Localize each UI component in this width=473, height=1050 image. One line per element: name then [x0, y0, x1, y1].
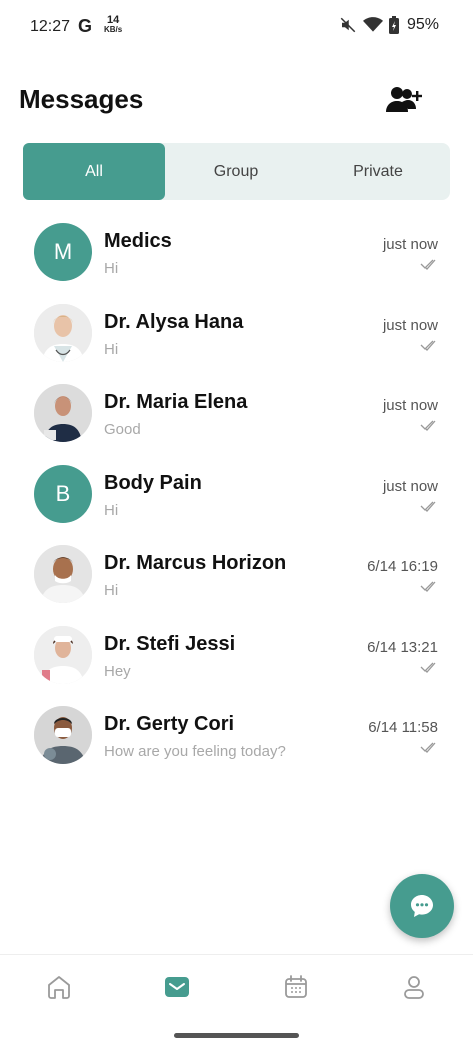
message-time: 6/14 16:19: [367, 558, 438, 575]
message-time: just now: [382, 477, 438, 495]
filter-tabs: All Group Private: [23, 143, 450, 200]
chat-bubble-icon: [411, 895, 433, 917]
message-preview: Good: [104, 421, 141, 438]
tab-all[interactable]: All: [23, 143, 165, 200]
double-check-icon: [420, 420, 436, 431]
avatar: [34, 625, 92, 684]
conversation-name: Dr. Marcus Horizon: [104, 552, 287, 574]
conversation-name: Dr. Maria Elena: [104, 391, 248, 413]
doctor-photo-icon: [34, 384, 92, 442]
network-speed-unit: KB/s: [104, 25, 123, 34]
message-preview: Hi: [104, 260, 119, 277]
conversation-list: M Medics Hi just now Dr. Alysa Hana Hi j…: [0, 220, 473, 784]
home-indicator[interactable]: [174, 1033, 299, 1038]
message-time: just now: [382, 316, 438, 334]
conversation-name: Dr. Stefi Jessi: [104, 632, 236, 655]
doctor-photo-icon: [34, 625, 92, 684]
double-check-icon: [420, 501, 436, 512]
double-check-icon: [420, 259, 436, 270]
new-chat-button[interactable]: [390, 874, 454, 938]
bottom-navigation: [0, 954, 473, 1018]
battery-icon: [388, 16, 399, 34]
conversation-row-maria-elena[interactable]: Dr. Maria Elena Good just now: [0, 381, 473, 462]
double-check-icon: [420, 340, 436, 351]
page-title: Messages: [19, 84, 144, 114]
double-check-icon: [420, 662, 436, 673]
message-time: just now: [382, 236, 438, 253]
double-check-icon: [420, 581, 436, 592]
profile-icon: [403, 975, 424, 999]
avatar: [34, 545, 92, 603]
conversation-row-stefi-jessi[interactable]: Dr. Stefi Jessi Hey 6/14 13:21: [0, 623, 473, 704]
tab-private[interactable]: Private: [307, 143, 449, 200]
nav-calendar[interactable]: [237, 955, 355, 1018]
person-add-icon: [386, 87, 422, 112]
nav-home[interactable]: [0, 955, 118, 1018]
battery-percent: 95%: [406, 16, 439, 33]
nav-profile[interactable]: [355, 955, 473, 1018]
message-preview: Hi: [104, 340, 119, 358]
message-time: 6/14 13:21: [367, 638, 438, 656]
conversation-name: Medics: [104, 230, 172, 252]
nav-messages[interactable]: [118, 955, 236, 1018]
avatar: [34, 384, 92, 442]
message-time: just now: [382, 397, 438, 414]
conversation-row-body-pain[interactable]: B Body Pain Hi just now: [0, 462, 473, 543]
home-icon: [48, 975, 71, 999]
google-icon: G: [78, 16, 93, 36]
doctor-photo-icon: [34, 303, 92, 362]
message-preview: How are you feeling today?: [104, 743, 286, 760]
status-bar: 12:27 G 14 KB/s 95%: [0, 0, 473, 56]
doctor-photo-icon: [34, 706, 92, 764]
message-preview: Hey: [104, 662, 131, 680]
mail-icon: [165, 976, 190, 997]
avatar: M: [34, 223, 92, 281]
wifi-icon: [362, 17, 383, 32]
avatar: [34, 706, 92, 764]
conversation-row-marcus-horizon[interactable]: Dr. Marcus Horizon Hi 6/14 16:19: [0, 542, 473, 623]
conversation-name: Body Pain: [104, 471, 202, 494]
conversation-row-medics[interactable]: M Medics Hi just now: [0, 220, 473, 301]
conversation-row-gerty-cori[interactable]: Dr. Gerty Cori How are you feeling today…: [0, 703, 473, 784]
conversation-row-alysa-hana[interactable]: Dr. Alysa Hana Hi just now: [0, 301, 473, 382]
message-time: 6/14 11:58: [368, 719, 438, 736]
tab-group[interactable]: Group: [165, 143, 307, 200]
status-time: 12:27: [30, 18, 71, 35]
network-speed: 14 KB/s: [104, 14, 123, 35]
network-speed-value: 14: [106, 14, 120, 26]
message-preview: Hi: [104, 501, 119, 519]
add-contact-button[interactable]: [384, 84, 424, 116]
doctor-photo-icon: [34, 545, 92, 603]
avatar: B: [34, 464, 92, 523]
status-icons: 95%: [339, 16, 439, 34]
conversation-name: Dr. Gerty Cori: [104, 713, 235, 735]
avatar: [34, 303, 92, 362]
conversation-name: Dr. Alysa Hana: [104, 310, 244, 333]
calendar-icon: [284, 974, 307, 998]
mute-icon: [340, 17, 356, 33]
double-check-icon: [420, 742, 436, 753]
message-preview: Hi: [104, 582, 119, 599]
